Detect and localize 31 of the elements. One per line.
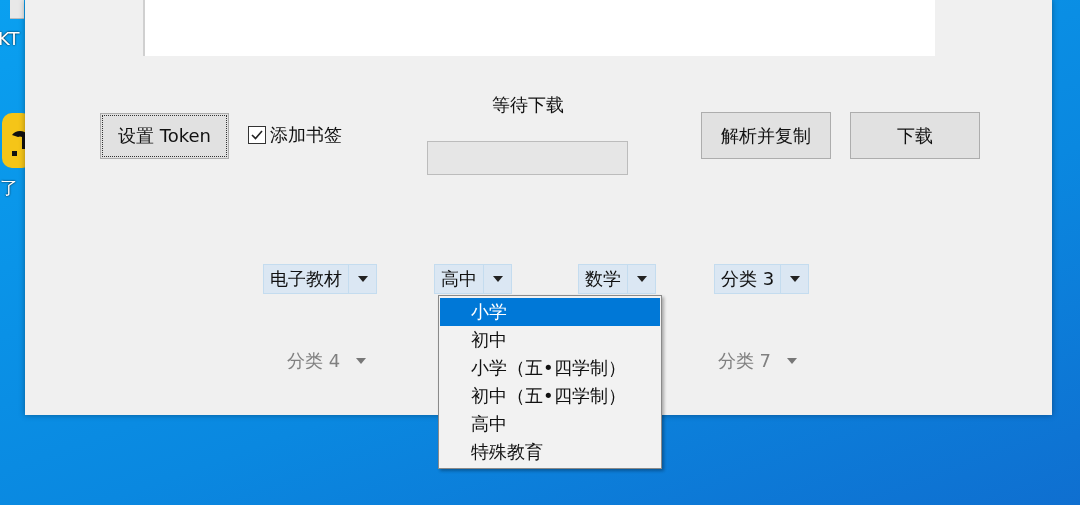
set-token-button[interactable]: 设置 Token bbox=[100, 113, 229, 159]
status-text: 等待下载 bbox=[491, 94, 564, 116]
dropdown-option[interactable]: 特殊教育 bbox=[440, 438, 660, 466]
dropdown-option[interactable]: 初中 bbox=[440, 326, 660, 354]
bookmark-checkbox[interactable]: 添加书签 bbox=[248, 123, 403, 147]
dropdown-option[interactable]: 小学（五•四学制） bbox=[440, 354, 660, 382]
caret-icon[interactable] bbox=[492, 276, 503, 282]
dropdown[interactable]: 高中 bbox=[434, 264, 512, 294]
desktop-icon-label: 了 bbox=[0, 176, 18, 200]
dropdown-value: 分类 4 bbox=[286, 349, 342, 373]
dropdown-value: 数学 bbox=[584, 267, 622, 291]
dropdown-value: 电子教材 bbox=[269, 267, 343, 291]
dropdown[interactable]: 电子教材 bbox=[263, 264, 377, 294]
caret-icon[interactable] bbox=[789, 276, 800, 282]
dropdown-option[interactable]: 初中（五•四学制） bbox=[440, 382, 660, 410]
download-button[interactable]: 下载 bbox=[850, 112, 980, 159]
dropdown-value: 高中 bbox=[440, 267, 478, 291]
dropdown-value: 分类 7 bbox=[716, 349, 772, 373]
dropdown-option[interactable]: 高中 bbox=[440, 410, 660, 438]
dropdown-option[interactable]: 小学 bbox=[440, 298, 660, 326]
dropdown[interactable]: 数学 bbox=[578, 264, 656, 294]
parse-copy-button[interactable]: 解析并复制 bbox=[701, 112, 831, 159]
caret-icon[interactable] bbox=[357, 276, 368, 282]
desktop-icon-label: KT bbox=[0, 28, 20, 49]
dropdown-value: 分类 3 bbox=[720, 267, 776, 291]
caret-icon bbox=[355, 358, 366, 364]
app-icon[interactable] bbox=[2, 113, 25, 168]
dropdown[interactable]: 分类 3 bbox=[714, 264, 810, 294]
checkbox-icon[interactable] bbox=[248, 126, 266, 144]
caret-icon[interactable] bbox=[636, 276, 647, 282]
caret-icon bbox=[786, 358, 797, 364]
